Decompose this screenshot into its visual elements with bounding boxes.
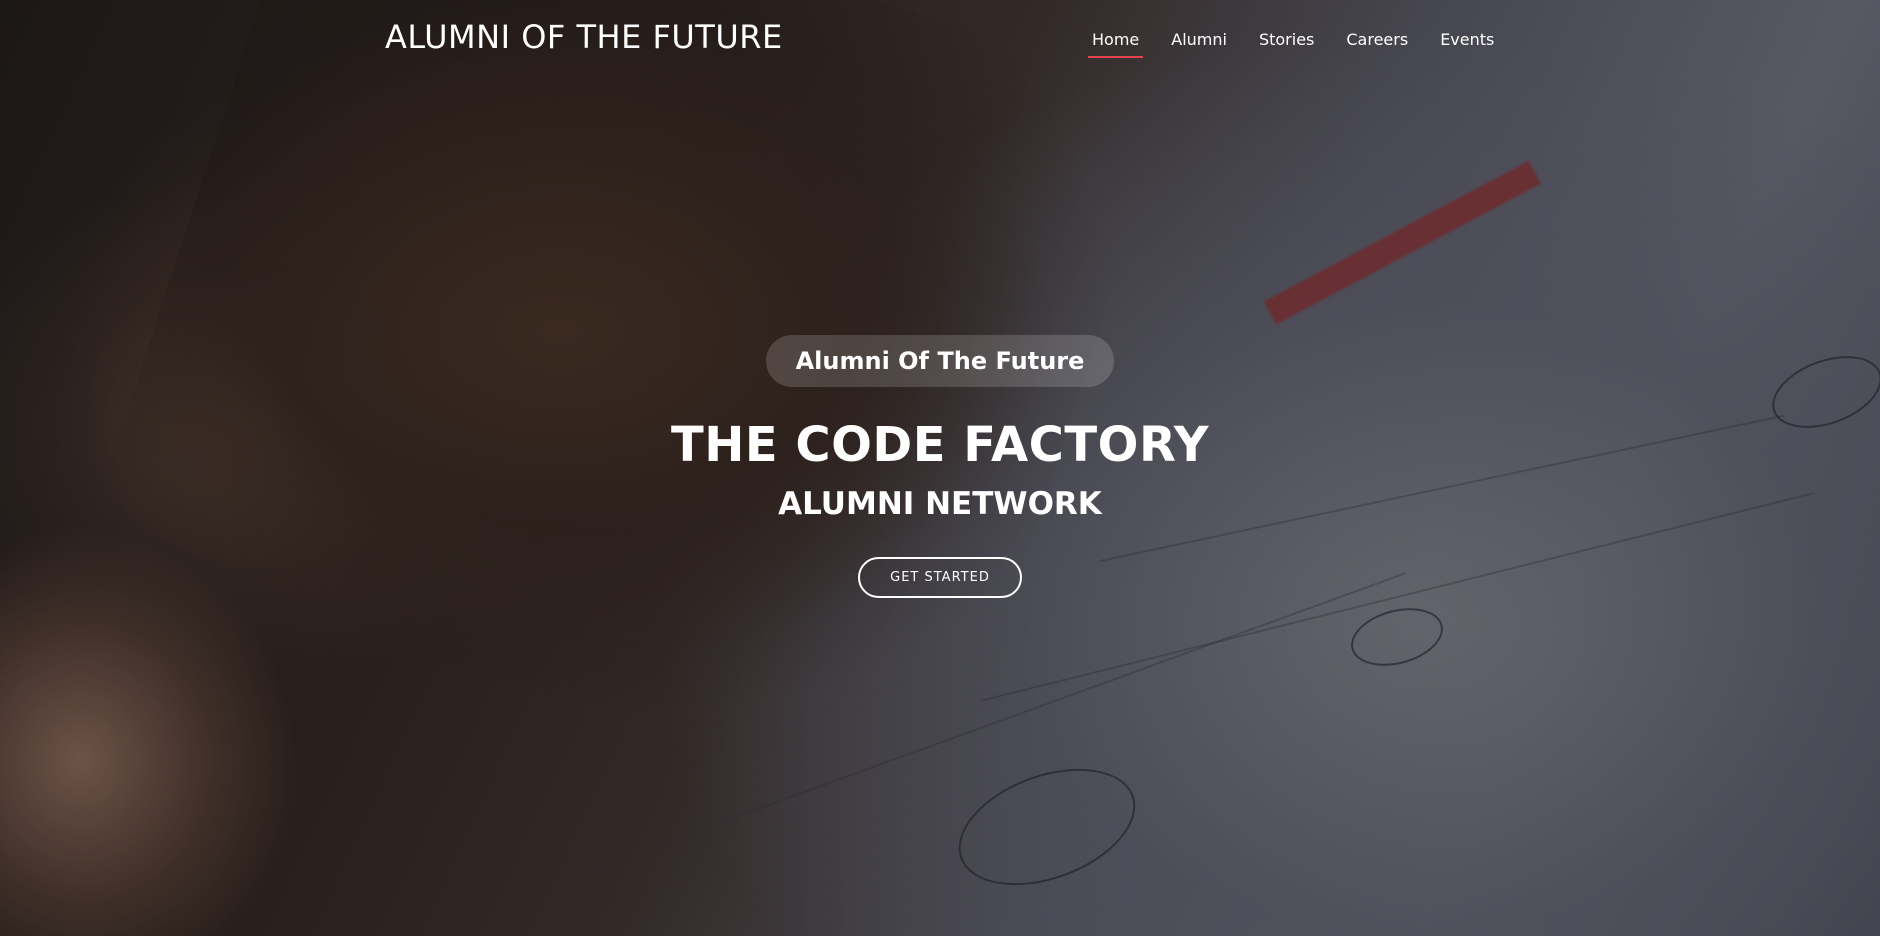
nav-item-stories[interactable]: Stories	[1243, 28, 1330, 59]
nav-item-careers[interactable]: Careers	[1330, 28, 1424, 59]
main-nav: Home Alumni Stories Careers Events	[1076, 28, 1510, 59]
site-logo[interactable]: ALUMNI OF THE FUTURE	[385, 18, 783, 56]
site-header: ALUMNI OF THE FUTURE Home Alumni Stories…	[0, 0, 1880, 80]
nav-item-alumni[interactable]: Alumni	[1155, 28, 1243, 59]
hero-title: THE CODE FACTORY	[670, 417, 1210, 473]
hero-subtitle: ALUMNI NETWORK	[778, 486, 1102, 522]
nav-item-home[interactable]: Home	[1076, 28, 1155, 59]
hero-badge: Alumni Of The Future	[765, 335, 1115, 387]
nav-item-events[interactable]: Events	[1424, 28, 1510, 59]
get-started-button[interactable]: GET STARTED	[858, 557, 1022, 598]
hero-content: Alumni Of The Future THE CODE FACTORY AL…	[0, 335, 1880, 598]
hero-section: ALUMNI OF THE FUTURE Home Alumni Stories…	[0, 0, 1880, 936]
